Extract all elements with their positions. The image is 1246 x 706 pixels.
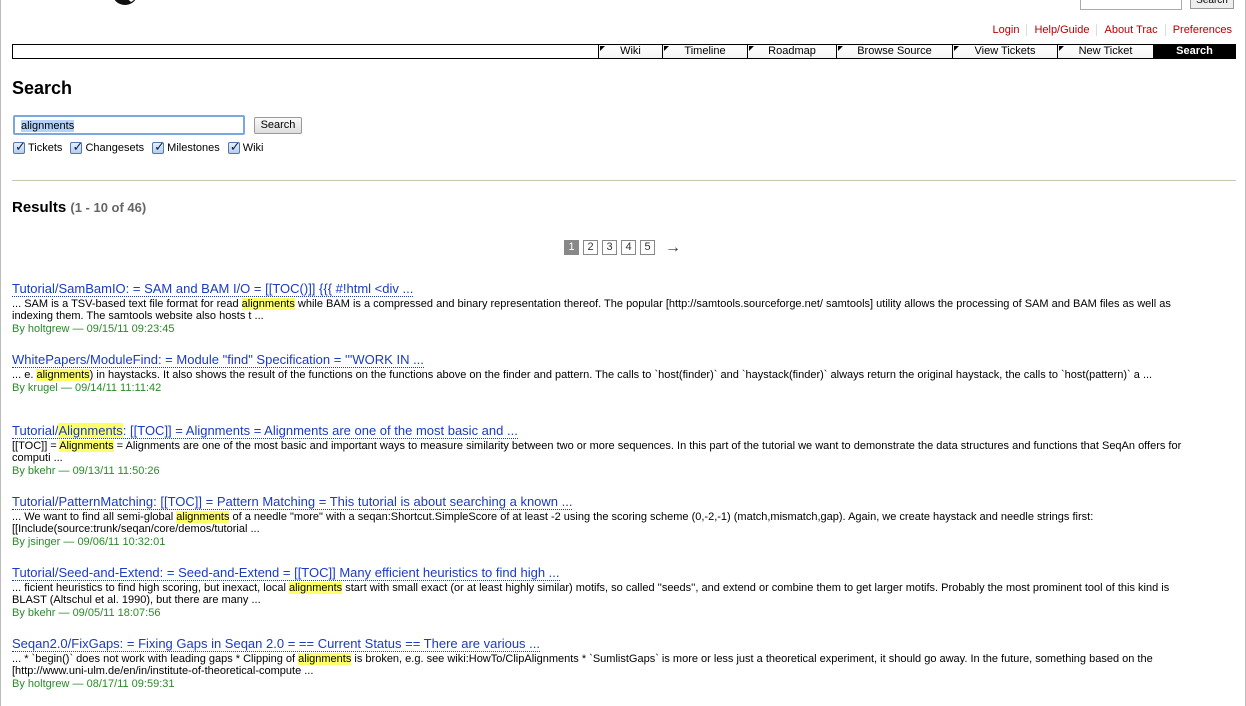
filter-milestones[interactable]: Milestones (152, 139, 220, 155)
tab-timeline[interactable]: Timeline (662, 45, 747, 58)
query-text: alignments (21, 120, 75, 132)
filter-wiki[interactable]: Wiki (227, 139, 264, 155)
result-date: 09/05/11 18:07:56 (72, 607, 161, 619)
preferences-link[interactable]: Preferences (1164, 24, 1232, 36)
filter-label: Tickets (28, 142, 63, 154)
about-trac-link[interactable]: About Trac (1096, 24, 1164, 36)
result-author: holtgrew (27, 678, 70, 690)
result-item: Tutorial/PatternMatching: [[TOC]] = Patt… (12, 495, 1192, 548)
result-item: WhitePapers/ModuleFind: = Module "find" … (12, 353, 1192, 394)
search-button[interactable]: Search (254, 117, 302, 134)
trac-logo[interactable] (47, 0, 237, 22)
result-item: Seqan2.0/FixGaps: = Fixing Gaps in Seqan… (12, 637, 1192, 690)
result-meta: By holtgrew — 09/15/11 09:23:45 (12, 323, 175, 335)
checkbox-icon[interactable] (13, 139, 26, 155)
divider (12, 180, 1236, 181)
meta-navigation: Login Help/Guide About Trac Preferences (986, 24, 1232, 36)
checkbox-icon[interactable] (70, 139, 83, 155)
page-5[interactable]: 5 (640, 240, 655, 255)
result-excerpt: ... ficient heuristics to find high scor… (12, 582, 1170, 606)
help-guide-link[interactable]: Help/Guide (1026, 24, 1096, 36)
pagination: 1 2 3 4 5 → (564, 240, 681, 256)
result-title-link[interactable]: Tutorial/PatternMatching: [[TOC]] = Patt… (12, 495, 573, 510)
checkbox-icon[interactable] (152, 139, 165, 155)
result-date: 09/15/11 09:23:45 (86, 323, 175, 335)
result-date: 09/13/11 11:50:26 (72, 465, 160, 477)
result-excerpt: [[TOC]] = Alignments = Alignments are on… (12, 440, 1182, 464)
search-filters: Tickets Changesets Milestones Wiki (13, 139, 264, 155)
quick-search-input[interactable] (1080, 0, 1182, 10)
main-navigation: Wiki Timeline Roadmap Browse Source View… (12, 44, 1236, 59)
results-title: Results (12, 199, 67, 216)
page-title: Search (12, 78, 73, 98)
results-count: (1 - 10 of 46) (70, 200, 147, 215)
result-title-link[interactable]: Tutorial/Seed-and-Extend: = Seed-and-Ext… (12, 566, 560, 581)
result-meta: By jsinger — 09/06/11 10:32:01 (12, 536, 166, 548)
result-meta: By bkehr — 09/05/11 18:07:56 (12, 607, 161, 619)
result-meta: By bkehr — 09/13/11 11:50:26 (12, 465, 160, 477)
result-title-link[interactable]: Seqan2.0/FixGaps: = Fixing Gaps in Seqan… (12, 637, 541, 652)
page-4[interactable]: 4 (621, 240, 636, 255)
result-author: bkehr (27, 465, 56, 477)
result-title-link[interactable]: Tutorial/SamBamIO: = SAM and BAM I/O = [… (12, 282, 414, 297)
result-meta: By krugel — 09/14/11 11:11:42 (12, 382, 162, 394)
result-excerpt: ... SAM is a TSV-based text file format … (12, 298, 1171, 322)
filter-label: Changesets (85, 142, 145, 154)
logo-graphic (114, 0, 136, 5)
filter-label: Milestones (167, 142, 220, 154)
result-author: bkehr (27, 607, 56, 619)
tab-roadmap[interactable]: Roadmap (747, 45, 836, 58)
tab-browse-source[interactable]: Browse Source (836, 45, 952, 58)
result-title-link[interactable]: WhitePapers/ModuleFind: = Module "find" … (12, 353, 424, 368)
next-page-arrow-icon[interactable]: → (665, 240, 681, 256)
result-item: Tutorial/Alignments: [[TOC]] = Alignment… (12, 423, 1192, 477)
checkbox-icon[interactable] (227, 139, 241, 155)
result-meta: By holtgrew — 08/17/11 09:59:31 (12, 678, 175, 690)
filter-label: Wiki (242, 142, 264, 154)
filter-changesets[interactable]: Changesets (70, 139, 145, 155)
page-2[interactable]: 2 (583, 240, 598, 255)
result-author: holtgrew (27, 323, 70, 335)
result-date: 08/17/11 09:59:31 (86, 678, 175, 690)
results-heading: Results (1 - 10 of 46) (12, 199, 146, 216)
page-3[interactable]: 3 (602, 240, 617, 255)
search-query-input[interactable]: alignments (13, 115, 245, 135)
page-1: 1 (564, 240, 579, 255)
result-item: Tutorial/SamBamIO: = SAM and BAM I/O = [… (12, 282, 1192, 335)
tab-view-tickets[interactable]: View Tickets (952, 45, 1057, 58)
quick-search-button[interactable]: Search (1190, 0, 1234, 9)
result-title-link[interactable]: Tutorial/Alignments: [[TOC]] = Alignment… (12, 423, 518, 439)
tab-new-ticket[interactable]: New Ticket (1057, 45, 1153, 58)
result-excerpt: ... We want to find all semi-global alig… (12, 511, 1094, 535)
result-excerpt: ... * `begin()` does not work with leadi… (12, 653, 1153, 677)
filter-tickets[interactable]: Tickets (13, 139, 63, 155)
result-author: krugel (27, 382, 58, 394)
login-link[interactable]: Login (986, 24, 1027, 36)
result-date: 09/06/11 10:32:01 (77, 536, 166, 548)
result-date: 09/14/11 11:11:42 (75, 382, 162, 394)
tab-wiki[interactable]: Wiki (598, 45, 662, 58)
result-item: Tutorial/Seed-and-Extend: = Seed-and-Ext… (12, 566, 1192, 619)
result-author: jsinger (27, 536, 61, 548)
result-excerpt: ... e. alignments) in haystacks. It also… (12, 369, 1153, 381)
tab-search[interactable]: Search (1153, 45, 1235, 58)
